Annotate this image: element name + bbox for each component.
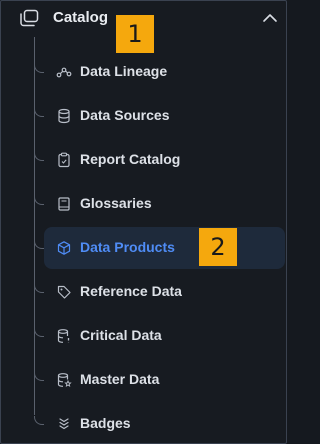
tree-branch — [34, 416, 44, 425]
catalog-nav-panel: Catalog Data Lineage Data Sources Report… — [0, 0, 287, 444]
database-icon — [56, 108, 72, 124]
nav-item-label: Reference Data — [80, 283, 182, 299]
nav-item-data-products[interactable]: Data Products — [44, 227, 285, 269]
cube-icon — [56, 240, 72, 256]
tree-branch — [34, 64, 44, 73]
tree-branch — [34, 328, 44, 337]
tree-connector-line — [34, 37, 35, 415]
catalog-folders-icon — [18, 8, 40, 28]
tree-branch — [34, 372, 44, 381]
nav-item-label: Critical Data — [80, 327, 162, 343]
nav-item-label: Data Lineage — [80, 63, 168, 79]
nav-item-label: Glossaries — [80, 195, 152, 211]
database-star-icon — [56, 372, 72, 388]
tree-branch — [34, 108, 44, 117]
tree-branch — [34, 240, 44, 249]
nav-item-label: Data Products — [80, 239, 175, 255]
annotation-badge: 2 — [199, 228, 237, 266]
nav-item-label: Report Catalog — [80, 151, 181, 167]
nav-item-reference-data[interactable]: Reference Data — [44, 271, 285, 313]
lineage-icon — [56, 64, 72, 80]
clipboard-icon — [56, 152, 72, 168]
tag-icon — [56, 284, 72, 300]
annotation-badge: 1 — [116, 15, 154, 53]
nav-item-label: Data Sources — [80, 107, 170, 123]
nav-item-label: Badges — [80, 415, 131, 431]
tree-branch — [34, 196, 44, 205]
nav-item-data-sources[interactable]: Data Sources — [44, 95, 285, 137]
nav-item-label: Master Data — [80, 371, 160, 387]
nav-item-report-catalog[interactable]: Report Catalog — [44, 139, 285, 181]
badge-layers-icon — [56, 416, 72, 432]
tree-branch — [34, 284, 44, 293]
nav-item-badges[interactable]: Badges — [44, 403, 285, 443]
nav-item-glossaries[interactable]: Glossaries — [44, 183, 285, 225]
database-alert-icon — [56, 328, 72, 344]
nav-item-master-data[interactable]: Master Data — [44, 359, 285, 401]
book-icon — [56, 196, 72, 212]
chevron-up-icon[interactable] — [258, 7, 282, 29]
nav-item-critical-data[interactable]: Critical Data — [44, 315, 285, 357]
tree-branch — [34, 152, 44, 161]
nav-item-data-lineage[interactable]: Data Lineage — [44, 51, 285, 93]
catalog-title: Catalog — [53, 9, 109, 26]
